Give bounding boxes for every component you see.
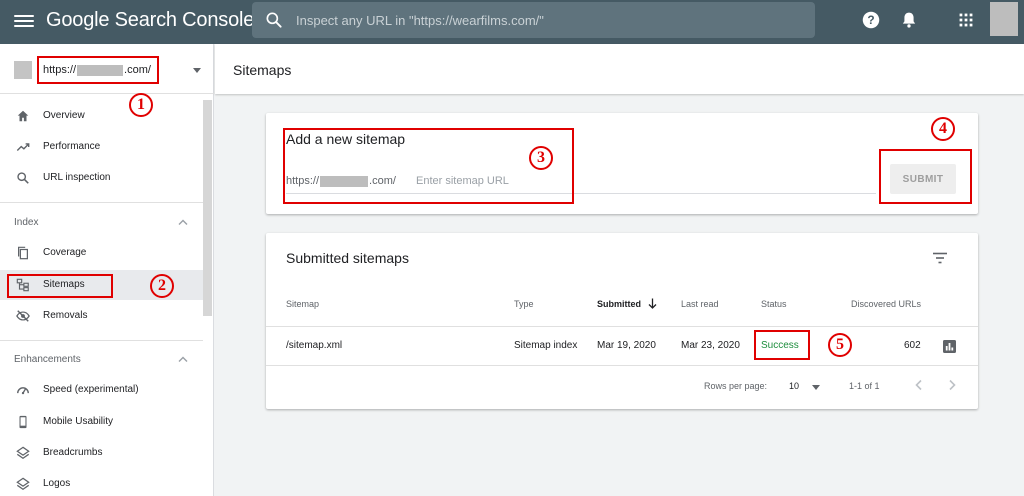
sidebar: https://.com/ Overview Performance URL i… [0,44,214,496]
section-header-enhancements: Enhancements [14,354,81,365]
cell-last-read: Mar 23, 2020 [681,340,740,351]
apps-grid-icon[interactable] [955,9,977,31]
sort-descending-icon[interactable] [648,298,657,309]
sidebar-item-mobile-usability[interactable]: Mobile Usability [0,407,203,437]
divider [0,202,203,203]
page-header: Sitemaps [215,44,1024,94]
submitted-sitemaps-title: Submitted sitemaps [286,250,409,266]
sidebar-item-label: Breadcrumbs [43,447,103,458]
column-header-submitted[interactable]: Submitted [597,299,641,309]
search-icon [266,12,282,28]
annotation-badge-4: 4 [931,117,955,141]
home-icon [17,110,29,122]
divider [0,340,203,341]
property-favicon [14,61,32,79]
annotation-box-sitemaps [7,274,113,298]
chevron-right-icon[interactable] [947,379,957,391]
column-header-discovered-urls[interactable]: Discovered URLs [851,299,921,309]
trending-up-icon [16,143,30,151]
page-title: Sitemaps [233,62,292,78]
sidebar-item-label: Coverage [43,247,87,258]
bar-chart-icon[interactable] [943,340,956,353]
sidebar-item-speed[interactable]: Speed (experimental) [0,375,203,405]
submitted-sitemaps-card: Submitted sitemaps Sitemap Type Submitte… [266,233,978,409]
help-icon[interactable]: ? [860,9,882,31]
annotation-box-status [754,330,810,360]
eye-off-icon [16,310,30,322]
annotation-box-property [37,56,159,84]
sidebar-item-label: Speed (experimental) [43,384,139,395]
filter-icon[interactable] [931,251,949,265]
gauge-icon [17,387,29,395]
sidebar-item-breadcrumbs[interactable]: Breadcrumbs [0,438,203,468]
url-inspect-search[interactable] [252,2,815,38]
annotation-badge-5: 5 [828,333,852,357]
annotation-box-sitemap-url [283,128,574,204]
divider [266,326,978,327]
sidebar-item-performance[interactable]: Performance [0,132,203,162]
annotation-badge-3: 3 [529,146,553,170]
copy-icon [18,246,28,260]
annotation-badge-1: 1 [129,93,153,117]
chevron-up-icon[interactable] [178,219,188,225]
chevron-left-icon[interactable] [914,379,924,391]
account-avatar[interactable] [990,2,1018,36]
column-header-status[interactable]: Status [761,299,787,309]
sidebar-scrollbar[interactable] [203,100,212,316]
sidebar-item-label: Overview [43,110,85,121]
sidebar-item-overview[interactable]: Overview [0,101,203,131]
chevron-up-icon[interactable] [178,356,188,362]
section-header-index: Index [14,217,39,228]
chevron-down-icon[interactable] [812,385,820,390]
rows-per-page-select[interactable]: 10 [789,381,799,391]
search-input[interactable] [296,2,796,38]
annotation-badge-2: 2 [150,274,174,298]
pagination-range: 1-1 of 1 [849,381,880,391]
menu-icon[interactable] [14,12,34,32]
cell-sitemap: /sitemap.xml [286,340,343,351]
layers-icon [16,446,30,459]
phone-icon [19,415,27,429]
chevron-down-icon[interactable] [193,68,201,73]
sidebar-item-coverage[interactable]: Coverage [0,238,203,268]
sidebar-item-label: Mobile Usability [43,416,114,427]
sidebar-item-logos[interactable]: Logos [0,469,203,496]
app-title[interactable]: Google Search Console [46,9,254,32]
top-app-bar: Google Search Console ? [0,0,1024,44]
sidebar-item-label: Removals [43,310,88,321]
column-header-type[interactable]: Type [514,299,534,309]
sidebar-item-label: URL inspection [43,172,111,183]
search-icon [17,172,29,184]
annotation-box-submit [879,149,972,204]
column-header-last-read[interactable]: Last read [681,299,719,309]
sidebar-item-removals[interactable]: Removals [0,301,203,331]
layers-icon [16,477,30,490]
sidebar-item-url-inspection[interactable]: URL inspection [0,163,203,193]
cell-discovered-urls: 602 [904,340,921,351]
sidebar-item-label: Performance [43,141,101,152]
rows-per-page-label: Rows per page: [704,381,768,391]
notifications-icon[interactable] [898,9,920,31]
sidebar-item-label: Logos [43,478,71,489]
cell-submitted: Mar 19, 2020 [597,340,656,351]
cell-type: Sitemap index [514,340,578,351]
divider [266,365,978,366]
column-header-sitemap[interactable]: Sitemap [286,299,319,309]
svg-text:?: ? [867,13,874,27]
